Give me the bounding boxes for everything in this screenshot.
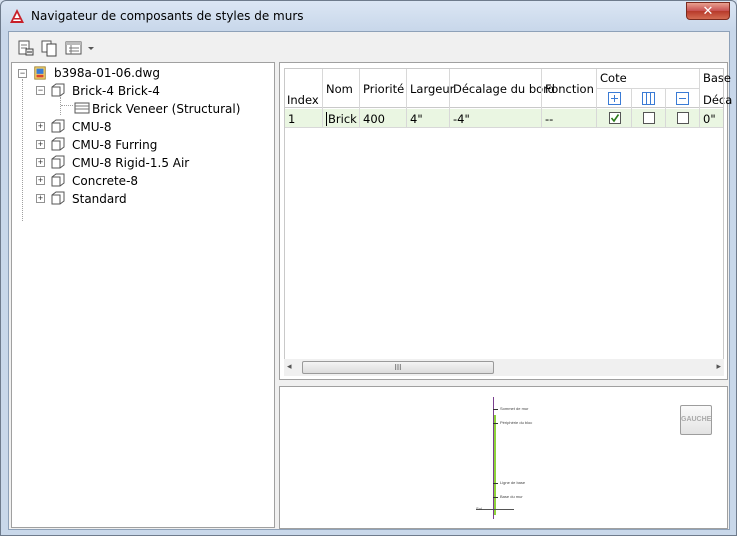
col-separator [359,109,360,127]
col-header-index[interactable]: Index [287,93,319,107]
checkmark-icon [610,114,620,123]
col-separator [665,109,666,127]
cell-largeur[interactable]: 4" [410,112,423,126]
cell-base[interactable]: 0" [703,112,716,126]
cote-checkbox[interactable] [677,112,689,124]
preview-tick [493,409,498,410]
tree-item-cmu-8[interactable]: CMU-8 [72,118,111,136]
col-separator [699,69,700,109]
col-separator [541,69,542,109]
tree-expand-toggle[interactable]: + [36,122,45,131]
wall-style-icon [51,137,65,151]
col-separator [596,69,597,109]
col-header-cote[interactable]: Cote [600,71,627,85]
header-divider [597,88,699,89]
chevron-down-icon[interactable] [87,39,95,57]
col-separator [665,89,666,109]
wall-style-icon [51,173,65,187]
cote-checkbox[interactable] [643,112,655,124]
wall-preview-pane: Sommet de mur Périphérie du bloc Ligne d… [279,386,728,529]
col-header-nom[interactable]: Nom [326,82,353,96]
tree-guide-line [60,97,61,115]
tree-collapse-toggle[interactable]: − [18,69,27,78]
autocad-app-icon [10,9,24,23]
window-title: Navigateur de composants de styles de mu… [31,9,304,23]
col-separator [631,109,632,127]
tree-item-brick-veneer[interactable]: Brick Veneer (Structural) [92,100,240,118]
wall-style-icon [51,83,65,97]
col-separator [449,109,450,127]
scroll-left-arrow[interactable]: ◂ [287,361,292,372]
preview-tick [493,423,498,424]
tree-expand-toggle[interactable]: + [36,158,45,167]
tree-expand-toggle[interactable]: + [36,176,45,185]
cell-index: 1 [288,112,296,126]
close-button[interactable]: ✕ [686,2,730,20]
col-separator [541,109,542,127]
toolbar [9,32,729,62]
wall-style-icon [51,155,65,169]
wall-style-icon [51,119,65,133]
copy-icon[interactable] [40,39,58,57]
cell-priorite[interactable]: 400 [363,112,385,126]
col-header-largeur[interactable]: Largeur [410,82,454,96]
gauche-button[interactable]: GAUCHE [680,405,712,435]
cote-remove-icon[interactable] [676,92,689,105]
tree-guide-line [22,79,23,221]
col-header-base-sub[interactable]: Déca [703,93,732,107]
cote-checkbox-checked[interactable] [609,112,621,124]
col-separator [406,69,407,109]
col-separator [322,69,323,109]
tree-guide-line [61,105,73,106]
components-grid: Index Nom Priorité Largeur Décalage du b… [279,62,732,380]
col-header-decalage[interactable]: Décalage du bord [453,82,555,96]
preview-tick [493,483,498,484]
scroll-thumb[interactable]: III [302,361,494,374]
title-bar[interactable]: Navigateur de composants de styles de mu… [1,1,736,31]
scroll-right-arrow[interactable]: ▸ [716,361,721,372]
cell-nom[interactable]: Brick... [326,112,358,126]
tree-root-file[interactable]: b398a-01-06.dwg [54,64,160,82]
col-separator [406,109,407,127]
wall-component-icon [74,102,90,114]
preview-label: Sommet de mur [500,406,529,411]
tree-collapse-toggle[interactable]: − [36,86,45,95]
cell-decalage[interactable]: -4" [453,112,470,126]
col-header-priorite[interactable]: Priorité [363,82,404,96]
row-divider [285,127,724,128]
tree-item-standard[interactable]: Standard [72,190,127,208]
tree-item-concrete-8[interactable]: Concrete-8 [72,172,138,190]
dialog-window: Navigateur de composants de styles de mu… [0,0,737,536]
dialog-client-area: − b398a-01-06.dwg − Brick-4 Brick-4 Bric… [8,31,732,530]
tree-expand-toggle[interactable]: + [36,140,45,149]
drawing-file-icon [34,66,46,80]
preview-label: Périphérie du bloc [500,420,533,425]
horizontal-scrollbar[interactable]: ◂ III ▸ [284,359,724,376]
import-icon[interactable] [17,39,35,57]
col-header-base[interactable]: Base [703,71,731,85]
col-separator [631,89,632,109]
cote-add-icon[interactable] [608,92,621,105]
preview-label: Ligne de base [500,480,526,485]
col-separator [322,109,323,127]
tree-item-cmu-8-furring[interactable]: CMU-8 Furring [72,136,157,154]
col-separator [359,69,360,109]
tree-expand-toggle[interactable]: + [36,194,45,203]
tree-item-cmu-8-rigid[interactable]: CMU-8 Rigid-1.5 Air [72,154,189,172]
preview-tick [493,497,498,498]
preview-label: Sol [476,506,482,511]
col-separator [596,109,597,127]
component-tree: − b398a-01-06.dwg − Brick-4 Brick-4 Bric… [11,62,275,528]
tree-item-brick-4[interactable]: Brick-4 Brick-4 [72,82,160,100]
preview-label: Base du mur [500,494,523,499]
cell-fonction[interactable]: -- [545,112,553,126]
view-options-icon[interactable] [65,39,83,57]
wall-preview-component [494,415,496,515]
col-separator [699,109,700,127]
cote-split-icon[interactable] [642,92,655,105]
wall-style-icon [51,191,65,205]
col-separator [449,69,450,109]
col-header-fonction[interactable]: Fonction [545,82,594,96]
